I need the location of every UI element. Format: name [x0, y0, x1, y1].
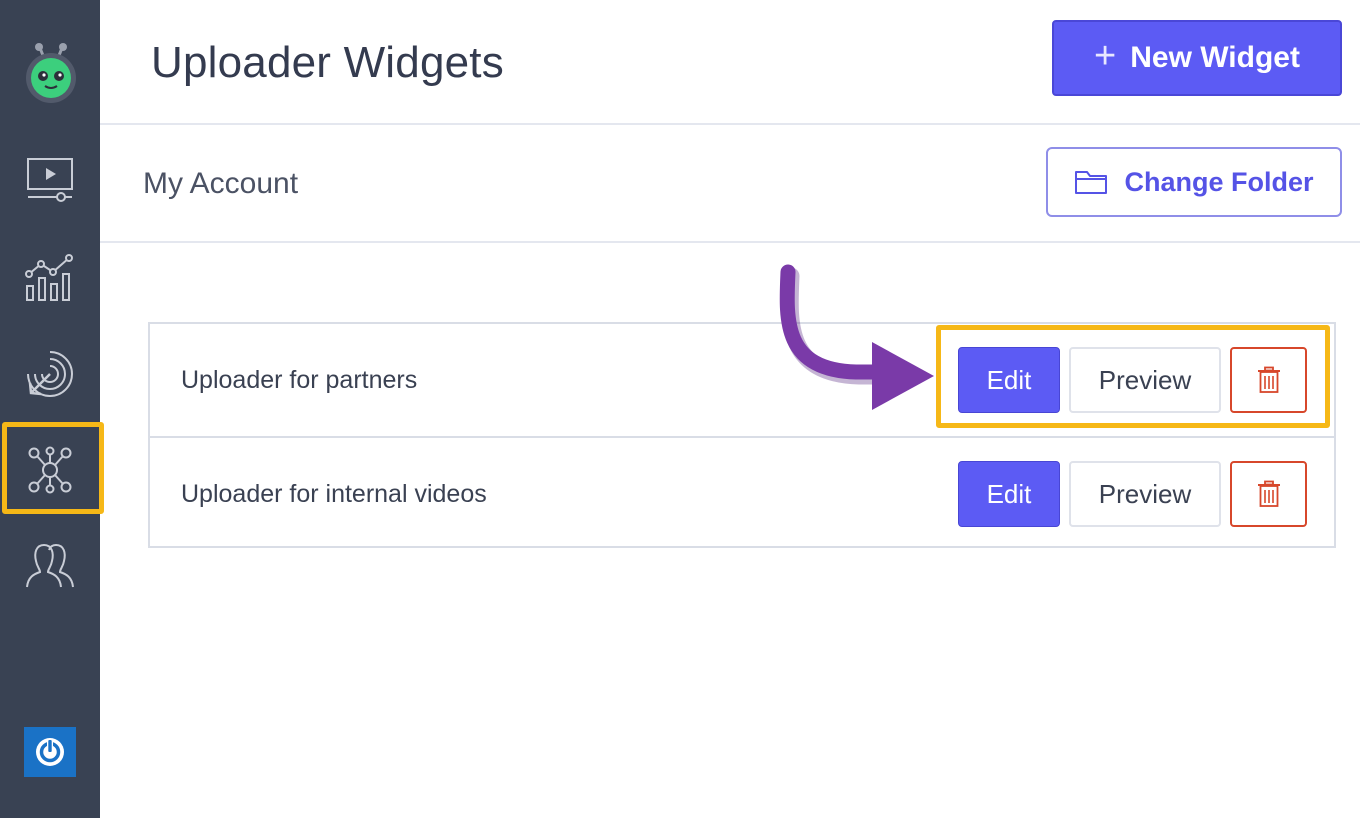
trash-icon	[1257, 480, 1280, 507]
annotation-arrow-icon	[779, 264, 934, 410]
new-widget-label: New Widget	[1130, 41, 1300, 74]
video-icon	[27, 158, 73, 202]
new-widget-button[interactable]: + New Widget	[1052, 20, 1342, 96]
list-item: Uploader for internal videos Edit Previe…	[150, 436, 1334, 550]
sidebar-item-analytics[interactable]	[0, 230, 100, 326]
actions-highlight-annotation	[936, 325, 1330, 428]
account-bar: My Account Change Folder	[100, 125, 1360, 243]
plus-icon: +	[1094, 35, 1117, 77]
widget-name: Uploader for partners	[181, 365, 418, 394]
preview-button[interactable]: Preview	[1069, 461, 1221, 527]
folder-icon	[1075, 171, 1108, 194]
sidebar-highlight-annotation	[2, 422, 104, 514]
page-header: Uploader Widgets + New Widget	[100, 0, 1360, 125]
widget-name: Uploader for internal videos	[181, 479, 487, 508]
delete-button[interactable]	[1230, 461, 1307, 527]
sidebar	[0, 0, 104, 818]
analytics-icon	[25, 254, 73, 301]
sidebar-item-targeting[interactable]	[0, 326, 100, 422]
change-folder-button[interactable]: Change Folder	[1046, 147, 1342, 217]
change-folder-label: Change Folder	[1124, 166, 1314, 197]
power-icon[interactable]	[24, 727, 76, 777]
page-title: Uploader Widgets	[151, 38, 504, 87]
sidebar-item-videos[interactable]	[0, 132, 100, 228]
users-icon	[26, 544, 74, 588]
target-icon	[27, 351, 73, 397]
sidebar-item-users[interactable]	[0, 518, 100, 614]
app-logo-icon[interactable]	[22, 40, 80, 106]
edit-button[interactable]: Edit	[958, 461, 1060, 527]
account-name: My Account	[143, 167, 299, 200]
